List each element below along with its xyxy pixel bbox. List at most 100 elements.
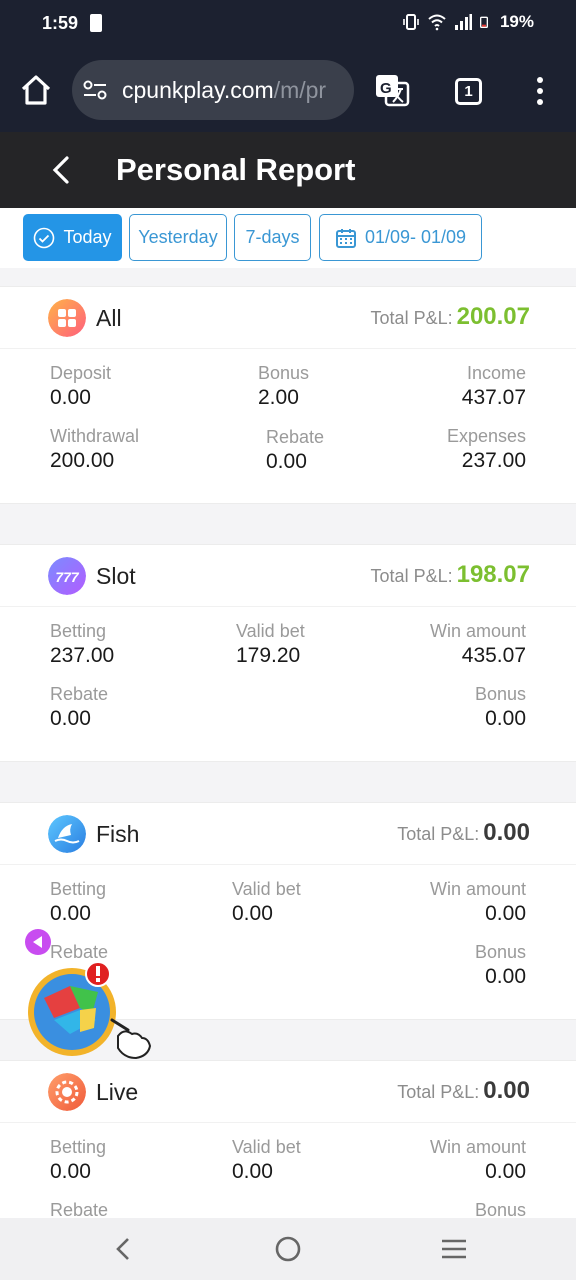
check-circle-icon (34, 227, 55, 248)
card-title: Slot (96, 563, 136, 589)
page-title: Personal Report (116, 152, 356, 187)
filter-7days-button[interactable]: 7-days (234, 214, 311, 261)
stat-label: Betting (50, 1137, 107, 1157)
home-icon[interactable] (18, 72, 54, 108)
stat-rebate: Rebate 0.00 (50, 684, 108, 731)
stat-value: 0.00 (50, 1160, 91, 1183)
stat-value: 0.00 (50, 902, 91, 925)
stat-bonus: Bonus 0.00 (475, 942, 526, 989)
stat-value: 237.00 (50, 644, 115, 667)
floating-promo-widget[interactable] (24, 928, 174, 1078)
stat-deposit: Deposit 0.00 (50, 363, 111, 410)
notification-icon (90, 14, 102, 32)
stat-betting: Betting 0.00 (50, 879, 106, 926)
stat-value: 237.00 (461, 449, 526, 472)
svg-text:777: 777 (55, 569, 80, 585)
total-pnl-label: Total P&L: (370, 308, 453, 328)
stat-label: Deposit (50, 363, 112, 383)
stat-label: Bonus (474, 684, 526, 704)
stat-label: Bonus (474, 942, 526, 962)
url-path: /m/pr (273, 76, 327, 103)
total-pnl: Total P&L: 0.00 (397, 819, 530, 847)
stat-valid-bet: Valid bet 179.20 (236, 621, 305, 668)
stat-value: 0.00 (485, 902, 526, 925)
card-title: All (96, 305, 122, 331)
system-navigation-bar (0, 1218, 576, 1280)
slot-777-icon: 777 (48, 557, 86, 595)
stat-label: Expenses (446, 426, 526, 446)
total-pnl-value: 200.07 (456, 303, 530, 330)
stat-valid-bet: Valid bet 0.00 (232, 1137, 301, 1184)
total-pnl-label: Total P&L: (397, 824, 480, 844)
stat-betting: Betting 0.00 (50, 1137, 106, 1184)
total-pnl-value: 0.00 (483, 1077, 530, 1104)
stat-bonus: Bonus 0.00 (475, 684, 526, 731)
calendar-icon (335, 228, 356, 248)
total-pnl: Total P&L: 200.07 (371, 303, 530, 331)
status-bar: 1:59 19% (0, 0, 576, 48)
status-time: 1:59 (42, 13, 79, 33)
filter-yesterday-button[interactable]: Yesterday (129, 214, 227, 261)
stat-value: 0.00 (232, 902, 273, 925)
total-pnl: Total P&L: 198.07 (371, 561, 530, 589)
report-card-slot: 777 Slot Total P&L: 198.07 Betting 237.00… (0, 544, 576, 762)
grid-category-icon (48, 299, 86, 337)
stat-label: Withdrawal (50, 426, 140, 446)
filter-today-label: Today (63, 227, 112, 247)
tab-switcher-button[interactable]: 1 (455, 78, 482, 105)
translate-icon[interactable]: G (374, 72, 410, 108)
signal-icon (454, 14, 472, 30)
date-range-picker[interactable]: 01/09- 01/09 (319, 214, 482, 261)
stat-income: Income 437.07 (462, 363, 526, 410)
back-arrow-icon[interactable] (46, 154, 78, 186)
stat-win-amount: Win amount 0.00 (430, 1137, 526, 1184)
nav-recents-icon[interactable] (439, 1234, 469, 1264)
stat-label: Valid bet (232, 879, 301, 899)
battery-icon (479, 16, 488, 28)
stat-label: Bonus (258, 363, 310, 383)
fish-shark-icon (48, 815, 86, 853)
stat-value: 0.00 (232, 1160, 273, 1183)
card-header: Fish Total P&L: 0.00 (0, 803, 576, 865)
vibrate-icon (403, 14, 419, 30)
stat-value: 0.00 (485, 707, 526, 730)
site-settings-icon[interactable] (82, 77, 108, 103)
stat-value: 437.07 (461, 386, 526, 409)
filter-today-button[interactable]: Today (23, 214, 122, 261)
address-bar[interactable]: cpunkplay.com/m/pr (72, 60, 354, 120)
total-pnl-label: Total P&L: (370, 566, 453, 586)
total-pnl-label: Total P&L: (397, 1082, 480, 1102)
stat-label: Income (466, 363, 526, 383)
report-card-all: All Total P&L: 200.07 Deposit 0.00 Bonus 2… (0, 286, 576, 504)
stat-label: Rebate (266, 427, 325, 447)
total-pnl-value: 198.07 (456, 561, 530, 588)
wifi-icon (428, 14, 446, 31)
nav-back-icon[interactable] (108, 1234, 138, 1264)
stat-betting: Betting 237.00 (50, 621, 114, 668)
stat-label: Valid bet (236, 621, 305, 641)
stat-label: Betting (50, 621, 107, 641)
stat-expenses: Expenses 237.00 (447, 426, 526, 473)
stat-label: Betting (50, 879, 107, 899)
status-icons: 19% (402, 12, 534, 32)
nav-home-icon[interactable] (273, 1234, 303, 1264)
browser-toolbar: cpunkplay.com/m/pr G 1 (0, 48, 576, 132)
stat-value: 2.00 (258, 386, 299, 409)
stat-rebate: Rebate 0.00 (266, 427, 324, 474)
stat-label: Rebate (50, 684, 109, 704)
more-menu-icon[interactable] (530, 76, 550, 106)
stat-value: 0.00 (50, 386, 91, 409)
battery-level: 19% (499, 12, 534, 31)
stat-label: Valid bet (232, 1137, 301, 1157)
card-header: All Total P&L: 200.07 (0, 287, 576, 349)
stat-value: 0.00 (266, 450, 307, 473)
stat-win-amount: Win amount 435.07 (430, 621, 526, 668)
page-header: Personal Report (0, 132, 576, 208)
card-header: 777 Slot Total P&L: 198.07 (0, 545, 576, 607)
stat-value: 179.20 (236, 644, 301, 667)
stat-withdrawal: Withdrawal 200.00 (50, 426, 139, 473)
live-chip-icon (48, 1073, 86, 1111)
total-pnl: Total P&L: 0.00 (397, 1077, 530, 1105)
date-range-label: 01/09- 01/09 (364, 227, 467, 247)
date-filter-bar: Today Yesterday 7-days 01/09- 01/09 (0, 208, 576, 268)
